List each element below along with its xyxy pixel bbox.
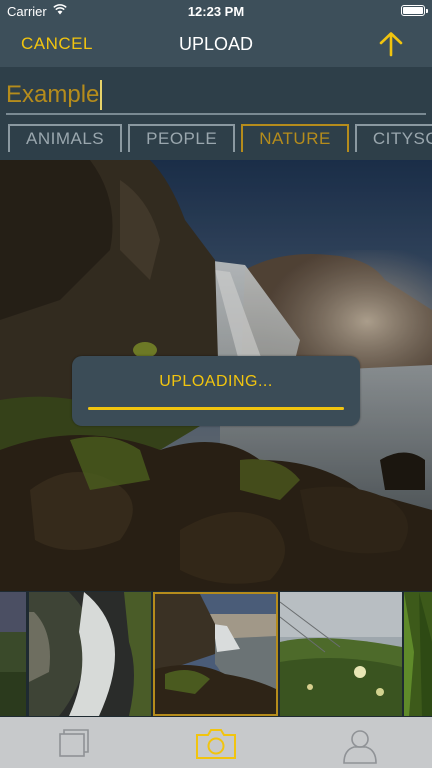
category-animals[interactable]: ANIMALS [8,124,123,152]
tab-bar [0,717,432,768]
category-nature[interactable]: NATURE [241,124,349,152]
progress-bar [88,407,344,410]
status-bar: Carrier 12:23 PM [0,0,432,22]
arrow-up-icon[interactable] [378,31,404,57]
navigation-bar: CANCEL UPLOAD [0,22,432,67]
thumbnail-waterfall-coast[interactable] [153,592,278,716]
text-cursor [100,80,102,110]
uploading-message: UPLOADING... [159,373,273,390]
tab-profile[interactable] [288,717,432,768]
page-title: UPLOAD [178,34,254,54]
category-list: ANIMALSPEOPLENATURECITYSCAPES [8,124,432,152]
camera-icon [196,729,236,759]
thumbnail-partial-image[interactable] [0,592,26,716]
tab-gallery[interactable] [0,717,144,768]
thumbnail-green-grass[interactable] [404,592,432,716]
battery-icon [401,5,428,16]
upload-form: ANIMALSPEOPLENATURECITYSCAPES [0,67,432,160]
thumbnail-wildflowers-meadow[interactable] [280,592,402,716]
progress-bar-fill [88,407,344,410]
category-cityscapes[interactable]: CITYSCAPES [354,124,432,152]
upload-progress-dialog: UPLOADING... [72,356,360,426]
title-input[interactable] [6,77,426,115]
status-time: 12:23 PM [187,4,245,19]
profile-icon [343,730,377,764]
category-people[interactable]: PEOPLE [128,124,236,152]
thumbnail-waterfall-closeup[interactable] [29,592,151,716]
gallery-icon [59,729,89,757]
tab-camera[interactable] [144,717,288,768]
thumbnail-strip[interactable] [0,591,432,717]
